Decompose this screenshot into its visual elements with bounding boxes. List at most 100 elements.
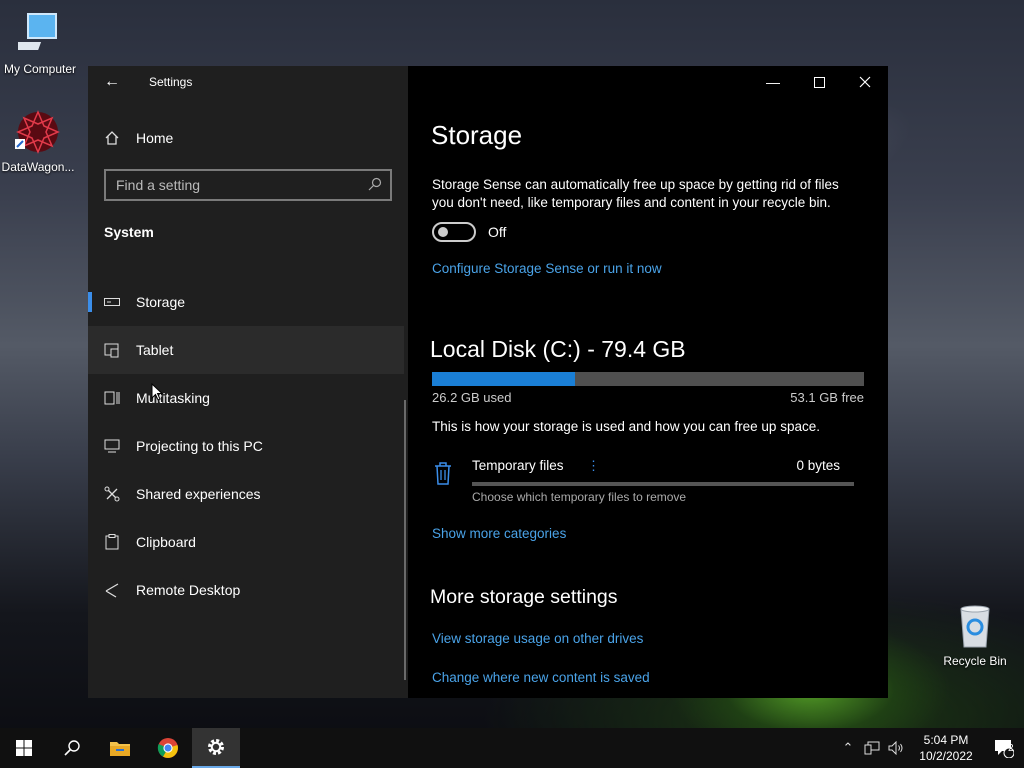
storage-sense-description: Storage Sense can automatically free up … [432, 177, 839, 210]
clipboard-icon [88, 534, 136, 550]
page-title: Storage [431, 120, 523, 150]
folder-icon [110, 742, 130, 756]
notification-count: 2 [1008, 743, 1014, 754]
change-save-location-link[interactable]: Change where new content is saved [432, 670, 650, 685]
disk-usage-bar [432, 372, 864, 386]
sidebar-item-label: Home [136, 130, 174, 146]
close-icon [859, 76, 871, 88]
category-subtitle: Choose which temporary files to remove [472, 490, 687, 504]
remote-desktop-icon [88, 582, 136, 598]
maximize-button[interactable] [796, 66, 842, 98]
title-bar: ← Settings [88, 66, 408, 98]
desktop-icon-label: My Computer [3, 62, 77, 76]
back-button[interactable]: ← [88, 66, 136, 98]
maximize-icon [813, 76, 825, 88]
desktop-icon-label: Recycle Bin [943, 654, 1007, 668]
tablet-icon [88, 342, 136, 358]
chevron-up-icon: ⌃ [842, 740, 854, 755]
datawagon-logo-icon [14, 108, 62, 156]
sidebar-item-label: Clipboard [136, 534, 196, 550]
sidebar-item-remote-desktop[interactable]: Remote Desktop [88, 566, 404, 614]
action-center-button[interactable]: 2 [984, 728, 1024, 768]
taskbar: ⌃ 5:04 PM 10/2/2022 2 [0, 728, 1024, 768]
storage-page: — Storage Storage Sense can automaticall… [408, 66, 888, 698]
minimize-icon: — [766, 74, 780, 90]
sidebar-scrollbar[interactable] [404, 400, 406, 680]
network-button[interactable] [860, 728, 884, 768]
gear-icon [208, 739, 224, 755]
category-name: Temporary files [472, 458, 564, 473]
back-arrow-icon: ← [104, 73, 120, 90]
sidebar-item-label: Multitasking [136, 390, 210, 406]
sidebar-nav: Storage Tablet Multitasking Projecting t… [88, 278, 404, 614]
category-usage-bar [472, 482, 854, 486]
chrome-icon [157, 738, 178, 758]
show-more-categories-link[interactable]: Show more categories [432, 526, 566, 541]
desktop-icon-label: DataWagon... [1, 160, 75, 174]
storage-icon [88, 298, 136, 306]
settings-sidebar: ← Settings Home Find a setting System St… [88, 66, 408, 698]
free-space-label: 53.1 GB free [790, 390, 864, 405]
multitasking-icon [88, 390, 136, 406]
recycle-bin-icon [951, 602, 999, 650]
network-icon [864, 741, 880, 755]
shared-experiences-icon [88, 486, 136, 502]
usage-note: This is how your storage is used and how… [432, 419, 820, 434]
toggle-knob [438, 227, 448, 237]
windows-logo-icon [16, 740, 32, 756]
disk-usage-fill [432, 372, 575, 386]
search-button[interactable] [48, 728, 96, 768]
category-temporary-files[interactable]: Temporary files ⋮ 0 bytes Choose which t… [432, 456, 864, 506]
loading-spinner-icon: ⋮ [587, 458, 600, 473]
sidebar-item-label: Shared experiences [136, 486, 261, 502]
file-explorer-button[interactable] [96, 728, 144, 768]
configure-storage-sense-link[interactable]: Configure Storage Sense or run it now [432, 261, 662, 276]
view-storage-other-drives-link[interactable]: View storage usage on other drives [432, 631, 643, 646]
storage-sense-toggle-row: Off [432, 222, 506, 242]
mouse-cursor-icon [151, 383, 163, 401]
sidebar-item-storage[interactable]: Storage [88, 278, 404, 326]
system-tray: ⌃ 5:04 PM 10/2/2022 2 [836, 728, 1024, 768]
show-hidden-icons-button[interactable]: ⌃ [836, 728, 860, 768]
search-input[interactable]: Find a setting [104, 169, 392, 201]
sidebar-item-tablet[interactable]: Tablet [88, 326, 404, 374]
close-button[interactable] [842, 66, 888, 98]
desktop-icon-datawagon[interactable]: DataWagon... [0, 108, 78, 174]
clock-time: 5:04 PM [923, 733, 969, 747]
minimize-button[interactable]: — [750, 66, 796, 98]
sidebar-item-label: Tablet [136, 342, 174, 358]
chrome-button[interactable] [144, 728, 192, 768]
window-title: Settings [149, 75, 193, 89]
computer-icon [16, 10, 64, 58]
start-button[interactable] [0, 728, 48, 768]
more-storage-settings-heading: More storage settings [430, 586, 618, 608]
home-icon [88, 130, 136, 146]
sidebar-item-clipboard[interactable]: Clipboard [88, 518, 404, 566]
sidebar-item-label: Projecting to this PC [136, 438, 263, 454]
disk-title: Local Disk (C:) - 79.4 GB [430, 336, 686, 362]
category-size: 0 bytes [796, 458, 840, 473]
volume-button[interactable] [884, 728, 908, 768]
clock-date: 10/2/2022 [919, 749, 973, 763]
settings-window: ← Settings Home Find a setting System St… [88, 66, 888, 698]
trash-icon [432, 460, 456, 488]
desktop-icon-my-computer[interactable]: My Computer [0, 10, 80, 76]
search-placeholder: Find a setting [116, 177, 201, 193]
sidebar-item-projecting[interactable]: Projecting to this PC [88, 422, 404, 470]
section-title: System [104, 224, 154, 240]
sidebar-item-multitasking[interactable]: Multitasking [88, 374, 404, 422]
projecting-icon [88, 439, 136, 453]
used-space-label: 26.2 GB used [432, 390, 512, 405]
storage-sense-toggle[interactable] [432, 222, 476, 242]
clock[interactable]: 5:04 PM 10/2/2022 [908, 732, 984, 764]
search-icon [64, 740, 80, 756]
desktop-icon-recycle-bin[interactable]: Recycle Bin [935, 602, 1015, 668]
toggle-state-label: Off [488, 224, 507, 240]
volume-icon [888, 741, 903, 755]
sidebar-item-home[interactable]: Home [88, 122, 408, 154]
sidebar-item-label: Remote Desktop [136, 582, 241, 598]
sidebar-item-shared-experiences[interactable]: Shared experiences [88, 470, 404, 518]
caption-buttons: — [750, 66, 888, 98]
settings-taskbar-button[interactable] [192, 728, 240, 768]
sidebar-item-label: Storage [136, 294, 186, 310]
